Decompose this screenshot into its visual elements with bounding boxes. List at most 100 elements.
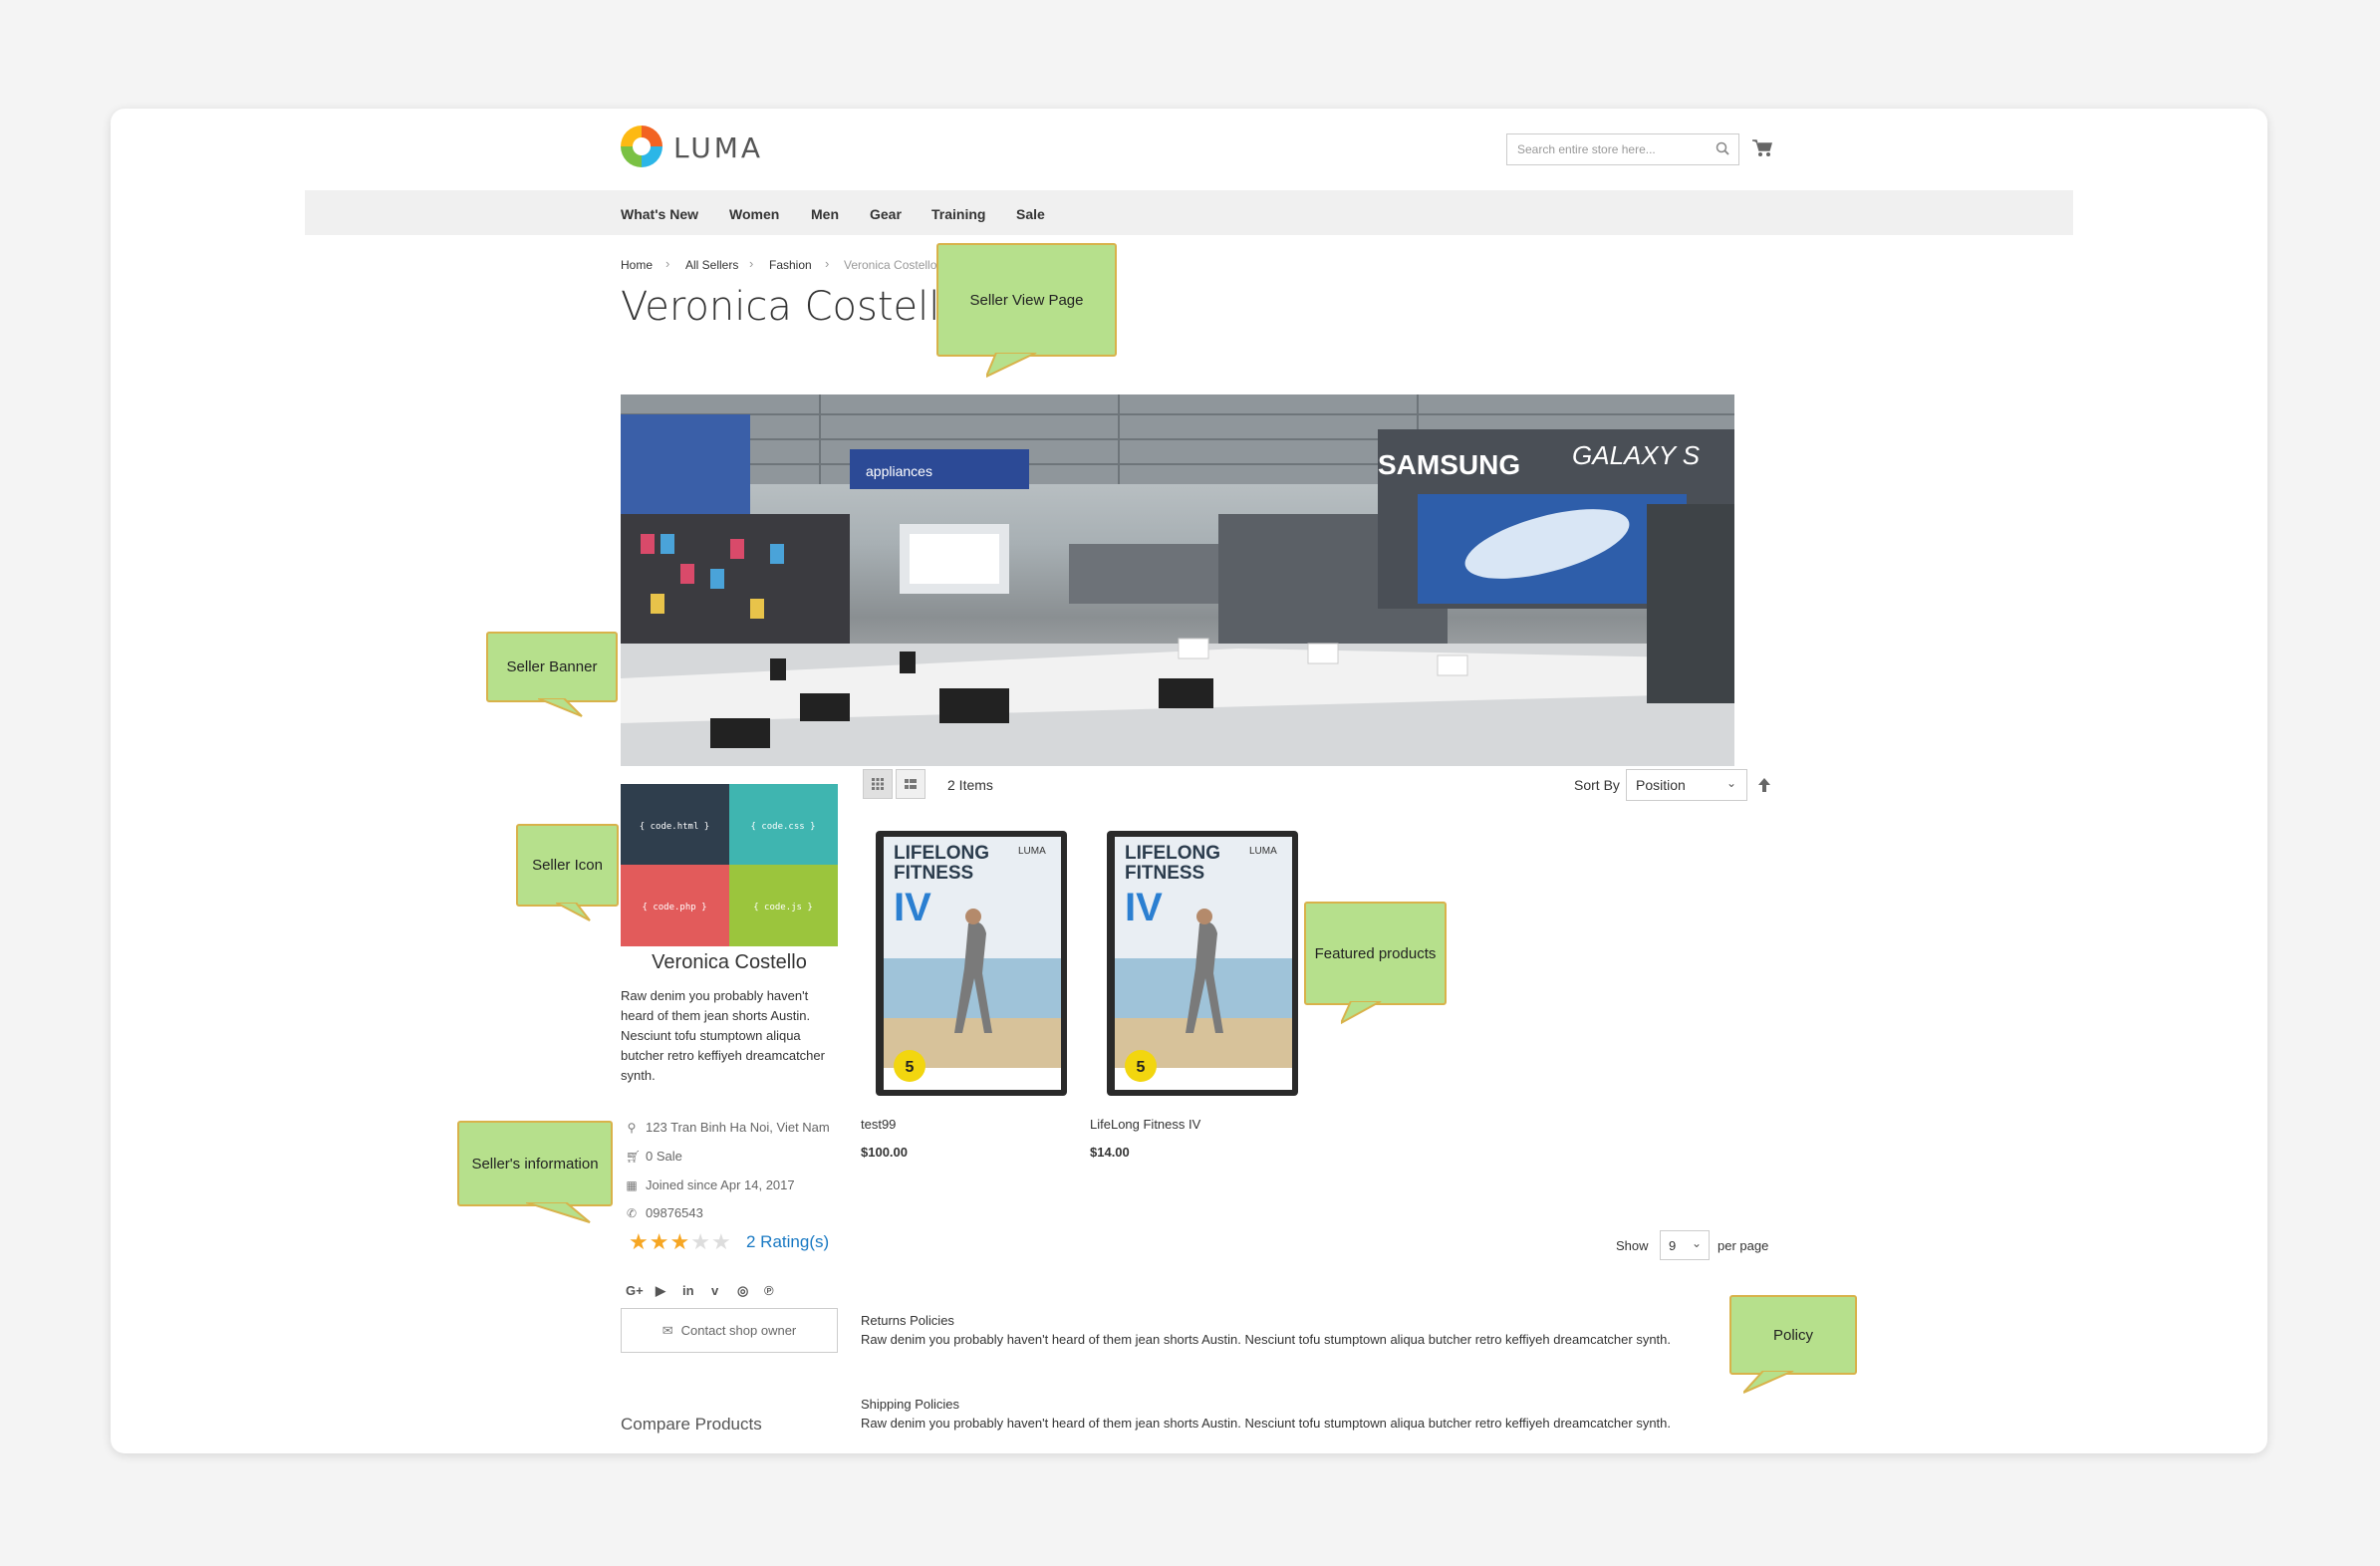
nav-item-gear[interactable]: Gear — [870, 206, 902, 222]
callout-tail-icon — [526, 1202, 591, 1223]
callout-seller-view-page: Seller View Page — [936, 243, 1117, 357]
rating-count-link[interactable]: 2 Rating(s) — [746, 1232, 829, 1252]
search-input[interactable]: Search entire store here... — [1506, 133, 1739, 165]
shipping-policy-text: Raw denim you probably haven't heard of … — [861, 1416, 1672, 1431]
seller-sales: 🛒︎ 0 Sale — [626, 1149, 682, 1164]
sort-label: Sort By — [1574, 777, 1620, 793]
seller-joined-text: Joined since Apr 14, 2017 — [646, 1177, 795, 1192]
cover-line-1: LIFELONG — [1125, 843, 1220, 864]
callout-seller-banner: Seller Banner — [486, 632, 618, 702]
star-empty-icon: ★ — [690, 1229, 711, 1254]
luma-logo-icon[interactable] — [621, 126, 662, 167]
logo-text[interactable]: LUMA — [673, 131, 763, 164]
pinterest-icon[interactable]: ℗ — [764, 1283, 774, 1298]
chevron-down-icon: ⌄ — [1691, 1236, 1702, 1250]
cover-line-1: LIFELONG — [894, 843, 989, 864]
grid-mode-button[interactable] — [863, 769, 893, 799]
instagram-icon[interactable]: ◎ — [737, 1283, 748, 1299]
cover-badge: 5 — [1137, 1059, 1146, 1076]
returns-policy-title: Returns Policies — [861, 1313, 954, 1328]
callout-tail-icon — [556, 903, 591, 921]
youtube-icon[interactable]: ▶ — [656, 1283, 665, 1299]
star-empty-icon: ★ — [710, 1229, 732, 1254]
seller-joined: ▦ Joined since Apr 14, 2017 — [626, 1177, 795, 1192]
shipping-policy-title: Shipping Policies — [861, 1397, 960, 1412]
callout-policy: Policy — [1729, 1295, 1857, 1375]
product-image[interactable]: LIFELONG FITNESS IV LUMA 5 — [1105, 829, 1300, 1098]
phone-icon: ✆ — [626, 1205, 638, 1220]
per-page-label: per page — [1718, 1238, 1769, 1253]
cover-badge: 5 — [906, 1059, 915, 1076]
callout-sellers-information: Seller's information — [457, 1121, 613, 1206]
breadcrumb-home[interactable]: Home — [621, 258, 653, 272]
list-icon — [905, 779, 917, 789]
star-filled-icon: ★ — [629, 1229, 650, 1254]
seller-icon-tile-css: { code.css } — [750, 822, 815, 832]
store-interior-illustration: appliances SAMSUNG GALAXY S — [621, 394, 1734, 766]
linkedin-icon[interactable]: in — [682, 1283, 694, 1298]
nav-item-sale[interactable]: Sale — [1016, 206, 1045, 222]
list-mode-button[interactable] — [896, 769, 926, 799]
cart-small-icon: 🛒︎ — [626, 1149, 642, 1164]
returns-policy-text: Raw denim you probably haven't heard of … — [861, 1332, 1672, 1347]
seller-icon-tile-js: { code.js } — [753, 903, 813, 913]
seller-description: Raw denim you probably haven't heard of … — [621, 988, 825, 1083]
seller-icon-tile-html: { code.html } — [640, 822, 709, 832]
breadcrumb-current: Veronica Costello — [844, 258, 937, 272]
cover-line-3: IV — [1125, 886, 1163, 929]
product-price: $14.00 — [1090, 1145, 1130, 1160]
search-icon[interactable] — [1716, 141, 1729, 155]
breadcrumb-fashion[interactable]: Fashion — [769, 258, 812, 272]
seller-sales-text: 0 Sale — [646, 1149, 682, 1164]
envelope-icon: ✉ — [661, 1322, 673, 1338]
product-name[interactable]: LifeLong Fitness IV — [1090, 1117, 1200, 1132]
sort-direction-arrow-icon[interactable] — [1757, 777, 1771, 793]
page-title: Veronica Costello — [621, 284, 964, 330]
callout-tail-icon — [1743, 1371, 1794, 1394]
breadcrumb-all-sellers[interactable]: All Sellers — [685, 258, 738, 272]
chevron-down-icon: ⌄ — [1725, 776, 1736, 790]
contact-shop-owner-button[interactable]: ✉ Contact shop owner — [621, 1308, 838, 1353]
map-pin-icon: ⚲ — [627, 1120, 637, 1135]
callout-featured-products: Featured products — [1304, 902, 1447, 1005]
nav-item-women[interactable]: Women — [729, 206, 779, 222]
show-label: Show — [1616, 1238, 1649, 1253]
seller-address: ⚲ 123 Tran Binh Ha Noi, Viet Nam — [626, 1120, 830, 1135]
limit-value: 9 — [1669, 1238, 1677, 1253]
cover-brand: LUMA — [1018, 846, 1046, 857]
main-navigation — [305, 190, 2073, 235]
nav-item-whats-new[interactable]: What's New — [621, 206, 698, 222]
compare-products-title: Compare Products — [621, 1415, 762, 1434]
nav-item-training[interactable]: Training — [931, 206, 985, 222]
sort-select[interactable]: Position ⌄ — [1626, 769, 1747, 801]
contact-shop-owner-label: Contact shop owner — [680, 1323, 797, 1338]
google-plus-icon[interactable]: G+ — [626, 1283, 644, 1298]
items-count: 2 Items — [947, 777, 993, 793]
vimeo-icon[interactable]: v — [711, 1283, 718, 1298]
cover-line-2: FITNESS — [894, 863, 973, 884]
callout-seller-icon: Seller Icon — [516, 824, 619, 907]
seller-address-text: 123 Tran Binh Ha Noi, Viet Nam — [646, 1120, 830, 1135]
seller-icon-image: { code.html } { code.css } { code.php } … — [621, 784, 838, 946]
callout-tail-icon — [1341, 1001, 1382, 1025]
sort-value: Position — [1636, 777, 1686, 793]
seller-icon-tile-php: { code.php } — [642, 903, 706, 913]
page-card — [111, 109, 2267, 1453]
product-name[interactable]: test99 — [861, 1117, 896, 1132]
breadcrumb-separator-icon: › — [825, 256, 830, 271]
seller-name: Veronica Costello — [652, 951, 807, 973]
cart-icon[interactable] — [1751, 138, 1773, 158]
product-image[interactable]: LIFELONG FITNESS IV LUMA 5 — [874, 829, 1069, 1098]
callout-tail-icon — [538, 698, 583, 717]
cover-line-3: IV — [894, 886, 931, 929]
limit-select[interactable]: 9 ⌄ — [1660, 1230, 1710, 1260]
calendar-icon: ▦ — [626, 1177, 638, 1192]
seller-banner-image: appliances SAMSUNG GALAXY S — [621, 394, 1734, 766]
seller-phone: ✆ 09876543 — [626, 1205, 703, 1220]
star-filled-icon: ★ — [669, 1229, 691, 1254]
cover-brand: LUMA — [1249, 846, 1277, 857]
banner-sign-appliances: appliances — [866, 463, 932, 479]
banner-sign-galaxy: GALAXY S — [1572, 440, 1701, 470]
breadcrumb-separator-icon: › — [665, 256, 670, 271]
nav-item-men[interactable]: Men — [811, 206, 839, 222]
